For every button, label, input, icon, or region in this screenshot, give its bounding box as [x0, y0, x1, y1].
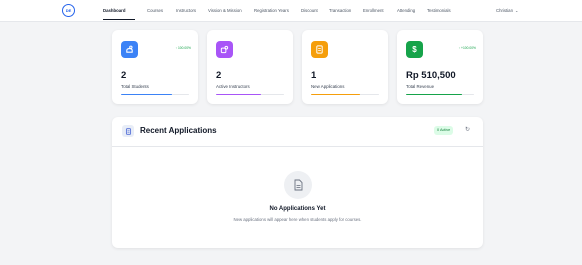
nav-item-courses[interactable]: Courses: [147, 8, 163, 13]
user-name: Christian: [496, 8, 513, 13]
growth-badge: ↑ +100.00%: [458, 46, 476, 50]
refresh-icon[interactable]: ↻: [464, 127, 471, 134]
stat-value: 2: [121, 70, 127, 81]
stat-label: Active Instructors: [216, 84, 250, 89]
stat-label: Total Students: [121, 84, 149, 89]
instructor-icon: [216, 41, 233, 58]
nav-item-vision-mission[interactable]: Vission & Mission: [208, 8, 242, 13]
progress-track: [216, 94, 284, 96]
user-menu[interactable]: Christian ⌄: [496, 8, 518, 13]
nav-item-discount[interactable]: Discount: [301, 8, 318, 13]
dollar-icon: $: [406, 41, 423, 58]
progress-track: [121, 94, 189, 96]
progress-fill: [121, 94, 172, 96]
document-icon: [122, 125, 134, 137]
progress-track: [311, 94, 379, 96]
stat-card-instructors: 2 Active Instructors: [207, 30, 293, 104]
chevron-down-icon: ⌄: [514, 8, 519, 13]
empty-state-icon: [284, 171, 312, 199]
nav-item-enrollment[interactable]: Enrollment: [363, 8, 384, 13]
progress-fill: [406, 94, 462, 96]
stat-label: New Applications: [311, 84, 345, 89]
active-count-badge: 0 Active: [434, 126, 454, 135]
stat-card-applications: 1 New Applications: [302, 30, 388, 104]
nav-item-instructors[interactable]: Instructors: [176, 8, 196, 13]
stat-value: Rp 510,500: [406, 70, 456, 81]
nav-item-transaction[interactable]: Transaction: [329, 8, 351, 13]
nav-item-dashboard[interactable]: Dashboard: [103, 8, 125, 13]
nav-item-attending[interactable]: Attending: [397, 8, 415, 13]
nav-item-registration-years[interactable]: Registration Years: [254, 8, 289, 13]
student-icon: [121, 41, 138, 58]
nav-item-testimonials[interactable]: Testimonials: [427, 8, 451, 13]
panel-header: Recent Applications 0 Active ↻: [112, 117, 483, 147]
empty-state-title: No Applications Yet: [269, 206, 326, 212]
top-navbar: DE Dashboard Courses Instructors Vission…: [0, 0, 582, 22]
stat-value: 2: [216, 70, 222, 81]
empty-state-text: New applications will appear here when s…: [233, 217, 362, 222]
document-icon: [311, 41, 328, 58]
progress-fill: [216, 94, 261, 96]
progress-fill: [311, 94, 360, 96]
progress-track: [406, 94, 474, 96]
panel-title: Recent Applications: [140, 126, 217, 135]
stat-value: 1: [311, 70, 317, 81]
stat-card-students: ↑ 100.00% 2 Total Students: [112, 30, 198, 104]
logo[interactable]: DE: [62, 4, 75, 17]
stat-card-revenue: $ ↑ +100.00% Rp 510,500 Total Revenue: [397, 30, 483, 104]
nav-active-indicator: [103, 19, 135, 20]
stat-label: Total Revenue: [406, 84, 435, 89]
growth-badge: ↑ 100.00%: [175, 46, 191, 50]
